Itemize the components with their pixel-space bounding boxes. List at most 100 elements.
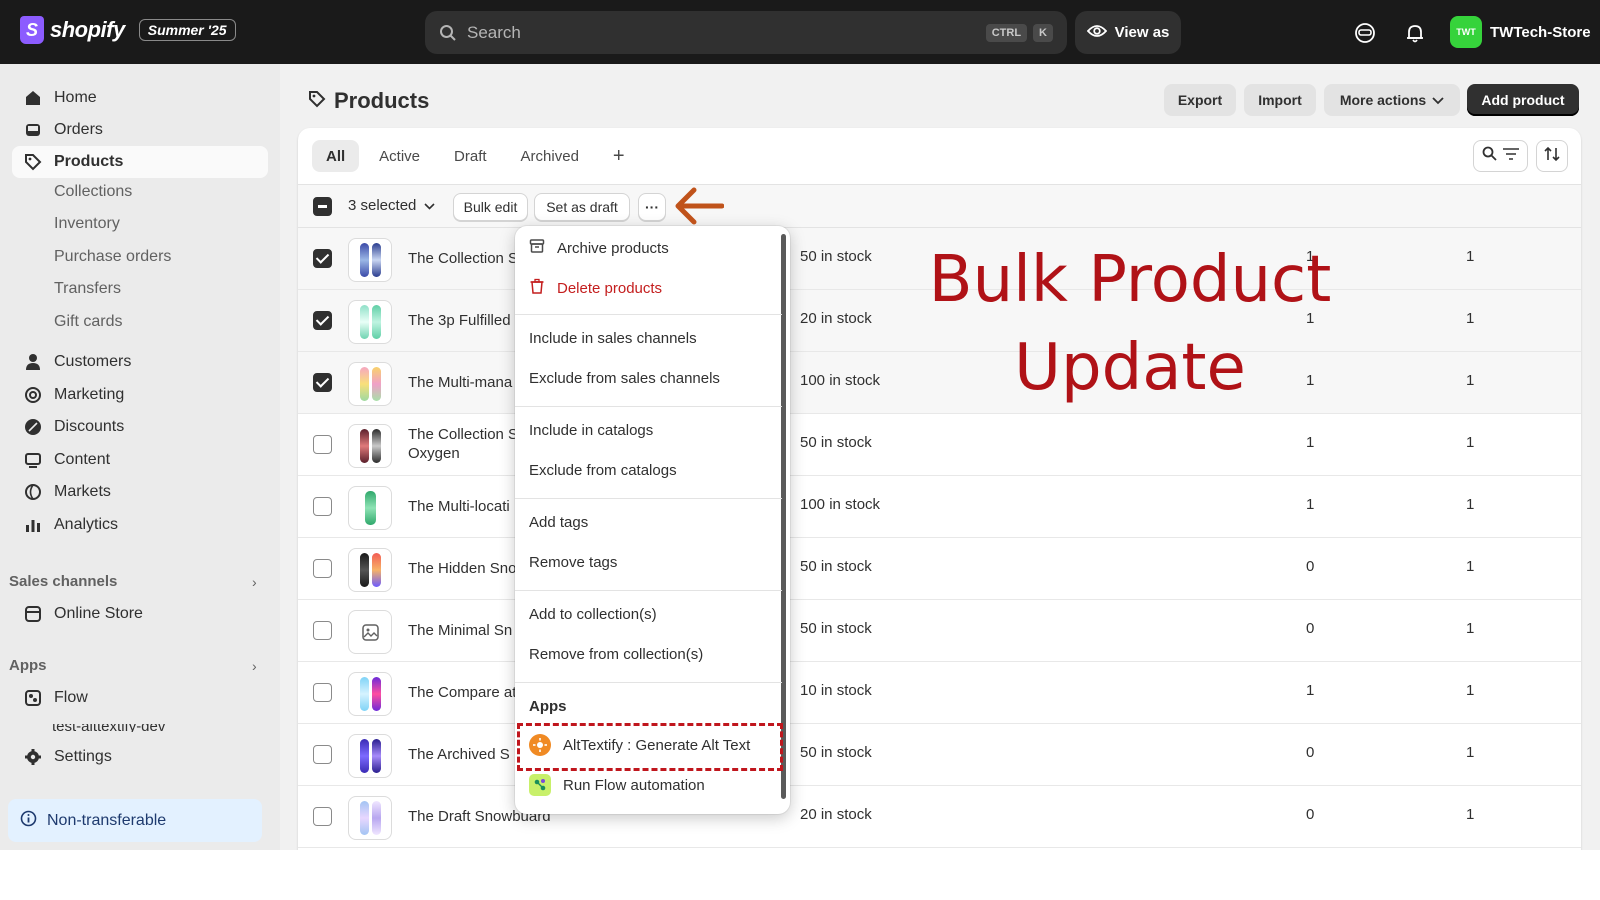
row-checkbox[interactable]: [313, 311, 332, 330]
menu-item-include-catalogs[interactable]: Include in catalogs: [529, 422, 653, 439]
product-name[interactable]: The Collection S: [408, 249, 518, 268]
table-row[interactable]: The Compare at 10 in stock 1 1: [298, 662, 1581, 724]
sidebar-item-partial-app[interactable]: test-alttextify-dev: [24, 724, 264, 732]
set-as-draft-button[interactable]: Set as draft: [534, 193, 630, 221]
export-button[interactable]: Export: [1164, 84, 1236, 116]
non-transferable-banner[interactable]: Non-transferable: [8, 799, 262, 842]
edition-badge[interactable]: Summer '25: [138, 19, 236, 41]
sidebar-subitem-inventory[interactable]: Inventory: [54, 215, 120, 233]
product-name[interactable]: The Hidden Sno: [408, 559, 516, 578]
sidebar-item-analytics[interactable]: Analytics: [12, 509, 268, 541]
product-name[interactable]: The Multi-mana: [408, 373, 512, 392]
sales-channels-heading[interactable]: Sales channels: [9, 573, 117, 590]
sidebar-item-markets[interactable]: Markets: [12, 476, 268, 508]
sort-icon: [1544, 146, 1560, 167]
sidekick-icon[interactable]: [1354, 22, 1376, 44]
apps-heading[interactable]: Apps: [9, 657, 47, 674]
row-checkbox[interactable]: [313, 683, 332, 702]
menu-item-remove-from-collections[interactable]: Remove from collection(s): [529, 646, 703, 663]
image-placeholder-icon: [362, 624, 379, 641]
product-name[interactable]: The Archived S: [408, 745, 510, 764]
sidebar-item-flow[interactable]: Flow: [12, 682, 268, 714]
menu-item-run-flow-automation[interactable]: Run Flow automation: [529, 774, 705, 796]
tab-draft[interactable]: Draft: [440, 140, 501, 172]
table-row[interactable]: The Archived S 50 in stock 0 1: [298, 724, 1581, 786]
table-row[interactable]: The Draft Snowbuard 20 in stock 0 1: [298, 786, 1581, 848]
table-row[interactable]: The Hidden Sno 50 in stock 0 1: [298, 538, 1581, 600]
bulk-edit-button[interactable]: Bulk edit: [453, 193, 528, 221]
sidebar-item-discounts[interactable]: Discounts: [12, 411, 268, 443]
row-checkbox[interactable]: [313, 435, 332, 454]
product-name[interactable]: The Compare at: [408, 683, 516, 702]
menu-item-label: Archive products: [557, 239, 669, 257]
search-bar[interactable]: Search CTRL K: [425, 11, 1067, 54]
row-checkbox[interactable]: [313, 621, 332, 640]
tab-active[interactable]: Active: [365, 140, 434, 172]
sales-channels-count: 1: [1306, 434, 1315, 451]
menu-item-delete-products[interactable]: Delete products: [529, 278, 662, 298]
product-thumbnail: [348, 424, 392, 468]
row-checkbox[interactable]: [313, 807, 332, 826]
product-name[interactable]: The Multi-locati: [408, 497, 510, 516]
sidebar-item-products[interactable]: Products: [12, 146, 268, 178]
store-menu[interactable]: TWT TWTech-Store: [1450, 16, 1591, 48]
sidebar-subitem-transfers[interactable]: Transfers: [54, 280, 121, 298]
sidebar-item-orders[interactable]: Orders: [12, 114, 268, 146]
product-name-line2[interactable]: Oxygen: [408, 444, 460, 463]
tab-archived[interactable]: Archived: [507, 140, 593, 172]
sidebar-subitem-collections[interactable]: Collections: [54, 183, 132, 201]
menu-item-archive-products[interactable]: Archive products: [529, 238, 669, 258]
product-thumbnail: [348, 238, 392, 282]
menu-item-add-to-collections[interactable]: Add to collection(s): [529, 606, 657, 623]
product-name[interactable]: The Collection S: [408, 425, 518, 444]
search-filter-button[interactable]: [1473, 140, 1528, 172]
sidebar-subitem-purchase-orders[interactable]: Purchase orders: [54, 248, 171, 266]
add-product-button[interactable]: Add product: [1467, 84, 1579, 116]
view-as-button[interactable]: View as: [1075, 11, 1181, 54]
menu-item-label: Run Flow automation: [563, 776, 705, 794]
add-view-button[interactable]: +: [599, 140, 639, 172]
menu-item-exclude-catalogs[interactable]: Exclude from catalogs: [529, 462, 677, 479]
inventory-value: 50 in stock: [800, 434, 872, 451]
sidebar-item-online-store[interactable]: Online Store: [12, 598, 268, 630]
sidebar-item-home[interactable]: Home: [12, 82, 268, 114]
row-checkbox[interactable]: [313, 497, 332, 516]
sidebar-item-content[interactable]: Content: [12, 444, 268, 476]
row-checkbox[interactable]: [313, 745, 332, 764]
import-button[interactable]: Import: [1244, 84, 1316, 116]
globe-icon: [24, 483, 42, 501]
chevron-down-icon: [424, 197, 435, 214]
bell-icon[interactable]: [1404, 22, 1426, 44]
menu-divider: [515, 498, 782, 499]
product-thumbnail: [348, 796, 392, 840]
select-all-checkbox[interactable]: [313, 197, 332, 216]
menu-item-exclude-sales-channels[interactable]: Exclude from sales channels: [529, 370, 720, 387]
tab-all[interactable]: All: [312, 140, 360, 172]
sort-button[interactable]: [1536, 140, 1568, 172]
sidebar-item-settings[interactable]: Settings: [12, 741, 268, 773]
menu-item-add-tags[interactable]: Add tags: [529, 514, 588, 531]
row-checkbox[interactable]: [313, 249, 332, 268]
row-checkbox[interactable]: [313, 559, 332, 578]
chevron-right-icon[interactable]: ›: [252, 574, 257, 590]
table-row[interactable]: The Multi-locati 100 in stock 1 1: [298, 476, 1581, 538]
shopify-logo[interactable]: S shopify Summer '25: [20, 16, 236, 44]
sidebar-item-marketing[interactable]: Marketing: [12, 379, 268, 411]
menu-item-include-sales-channels[interactable]: Include in sales channels: [529, 330, 697, 347]
sidebar-item-customers[interactable]: Customers: [12, 346, 268, 378]
product-name[interactable]: The Minimal Sn: [408, 621, 512, 640]
selected-count-dropdown[interactable]: 3 selected: [348, 197, 435, 214]
menu-item-remove-tags[interactable]: Remove tags: [529, 554, 617, 571]
archive-icon: [529, 238, 545, 258]
menu-scrollbar[interactable]: [781, 234, 786, 799]
markets-count: 1: [1466, 744, 1475, 761]
more-bulk-actions-button[interactable]: ···: [638, 193, 666, 221]
sales-channels-count: 1: [1306, 682, 1315, 699]
chevron-right-icon[interactable]: ›: [252, 658, 257, 674]
table-row[interactable]: The Minimal Sn 50 in stock 0 1: [298, 600, 1581, 662]
sidebar-subitem-gift-cards[interactable]: Gift cards: [54, 313, 122, 331]
row-checkbox[interactable]: [313, 373, 332, 392]
product-name[interactable]: The 3p Fulfilled: [408, 311, 511, 330]
table-row[interactable]: The Collection S Oxygen 50 in stock 1 1: [298, 414, 1581, 476]
more-actions-button[interactable]: More actions: [1324, 84, 1460, 116]
